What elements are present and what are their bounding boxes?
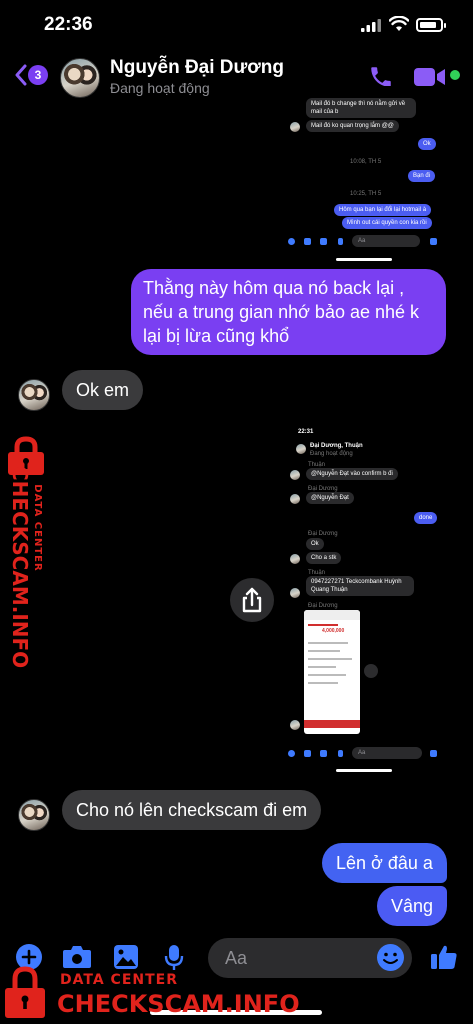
embedded-avatar <box>290 720 300 730</box>
embedded-sender: Đại Dương <box>308 531 338 537</box>
video-call-icon[interactable] <box>414 66 446 88</box>
unread-badge[interactable]: 3 <box>28 65 48 85</box>
embedded-blue-message: Ok <box>418 138 436 150</box>
shared-screenshot-bottom[interactable]: 22:31 Đại Dương, Thuận Đang hoạt động Th… <box>284 424 442 774</box>
embedded-message: @Nguyễn Đạt <box>306 492 354 504</box>
embedded-photo-icon <box>320 750 327 757</box>
embedded-home-indicator <box>336 258 392 261</box>
embedded-blue-message: Hôm qua bạn lại đổi lại hotmail à <box>334 204 432 216</box>
embedded-subtitle: Đang hoạt động <box>310 451 353 457</box>
contact-avatar[interactable] <box>60 58 100 98</box>
embedded-receipt-image: 4,000,000 <box>304 610 360 734</box>
watermark-label: DATA CENTER <box>60 972 178 988</box>
photo-gallery-icon[interactable] <box>113 944 139 970</box>
contact-status: Đang hoạt động <box>110 80 210 96</box>
embedded-camera-icon <box>304 750 311 757</box>
embedded-blue-message: done <box>414 512 438 524</box>
watermark-label: DATA CENTER <box>32 484 43 572</box>
battery-icon <box>416 18 446 32</box>
watermark-lock-icon <box>5 966 45 1018</box>
embedded-timestamp: 10:25, TH 5 <box>350 191 382 197</box>
signal-icon <box>361 19 381 32</box>
embedded-message: @Nguyễn Đạt vào confirm b đi <box>306 468 398 480</box>
receipt-amount: 4,000,000 <box>322 628 345 634</box>
embedded-avatar <box>290 470 300 480</box>
contact-name[interactable]: Nguyễn Đại Dương <box>110 57 284 79</box>
emoji-icon[interactable] <box>377 944 404 971</box>
message-line: nếu a trung gian nhớ bảo ae nhé k <box>143 302 420 322</box>
microphone-icon[interactable] <box>164 944 184 972</box>
embedded-sender: Đại Dương <box>308 603 338 609</box>
embedded-message: Ok <box>306 538 324 550</box>
embedded-mic-icon <box>338 238 343 245</box>
embedded-message-line: 0947227271 Teckcombank Huỳnh <box>311 579 402 585</box>
embedded-mic-icon <box>338 750 343 757</box>
embedded-group-avatar <box>296 444 306 454</box>
sender-avatar[interactable] <box>18 799 50 831</box>
status-time: 22:36 <box>44 14 93 35</box>
embedded-like-icon <box>430 750 437 757</box>
embedded-message: Mail đó ko quan trọng lắm @@ <box>306 120 399 132</box>
message-input-placeholder: Aa <box>225 948 248 968</box>
embedded-photo-icon <box>320 238 327 245</box>
camera-icon[interactable] <box>62 944 92 970</box>
incoming-message[interactable]: Ok em <box>62 370 144 410</box>
embedded-avatar <box>290 588 300 598</box>
message-line: Thằng này hôm qua nó back lại , <box>143 278 405 298</box>
outgoing-message[interactable]: Thằng này hôm qua nó back lại , nếu a tr… <box>131 269 446 355</box>
embedded-time: 22:31 <box>298 429 314 435</box>
embedded-input: Aa <box>352 747 422 759</box>
embedded-message: Cho a stk <box>306 552 342 564</box>
embedded-message: Mail đó b change thì nó nằm gửi về mail … <box>306 98 416 118</box>
embedded-home-indicator <box>336 769 392 772</box>
embedded-timestamp: 10:08, TH 5 <box>350 159 382 165</box>
watermark-site: CHECKSCAM.INFO <box>8 466 32 669</box>
outgoing-message[interactable]: Lên ở đâu a <box>322 843 447 883</box>
embedded-avatar <box>290 122 300 132</box>
thumbs-up-icon[interactable] <box>429 942 459 972</box>
watermark-site: CHECKSCAM.INFO <box>57 990 300 1018</box>
embedded-camera-icon <box>304 238 311 245</box>
embedded-like-icon <box>430 238 437 245</box>
share-button[interactable] <box>230 578 274 622</box>
embedded-plus-icon <box>288 750 295 757</box>
share-icon <box>242 587 262 613</box>
back-chevron-icon[interactable] <box>14 64 28 86</box>
shared-screenshot-top[interactable]: Mail đó b change thì nó nằm gửi về mail … <box>284 86 442 264</box>
incoming-message[interactable]: Cho nó lên checkscam đi em <box>62 790 322 830</box>
online-indicator <box>450 70 460 80</box>
embedded-message-line: Quang Thuận <box>311 587 348 593</box>
embedded-share-icon <box>364 664 378 678</box>
embedded-message: 0947227271 Teckcombank Huỳnh Quang Thuận <box>306 576 414 596</box>
embedded-plus-icon <box>288 238 295 245</box>
embedded-avatar <box>290 494 300 504</box>
sender-avatar[interactable] <box>18 379 50 411</box>
embedded-blue-message: Bạn đi <box>408 170 436 182</box>
message-line: lại bị lừa cũng khổ <box>143 326 290 346</box>
outgoing-message[interactable]: Vâng <box>377 886 448 926</box>
embedded-input: Aa <box>352 235 420 247</box>
embedded-title: Đại Dương, Thuận <box>310 443 363 449</box>
embedded-avatar <box>290 554 300 564</box>
wifi-icon <box>389 16 409 31</box>
status-bar: 22:36 <box>0 0 473 54</box>
embedded-blue-message: Mình out cái quyền con kia rồi <box>342 217 432 229</box>
